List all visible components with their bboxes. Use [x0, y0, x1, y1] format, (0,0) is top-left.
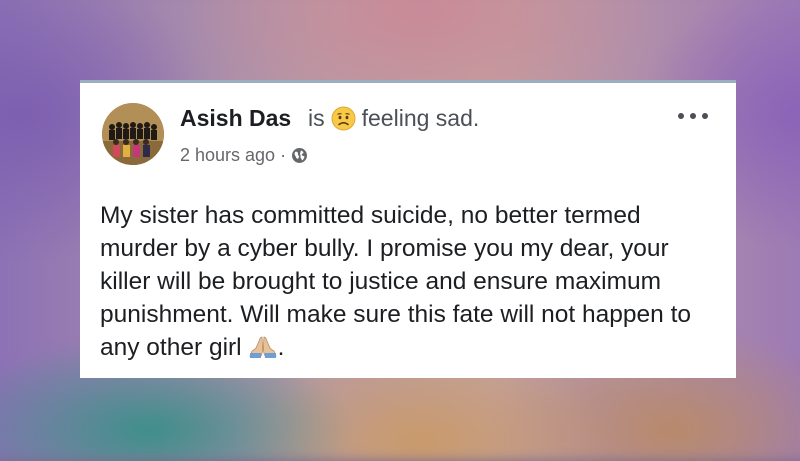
folded-hands-emoji-icon	[248, 334, 278, 358]
feeling-text[interactable]: feeling sad.	[362, 105, 480, 132]
post-meta: 2 hours ago ·	[180, 145, 308, 166]
globe-icon[interactable]	[291, 147, 308, 164]
avatar[interactable]	[102, 103, 164, 165]
facebook-post-card: Asish Das is feeling sad. 2 hours ago ·	[80, 80, 736, 378]
more-dot	[690, 113, 696, 119]
feeling-activity: is feeling sad.	[308, 105, 479, 132]
sad-face-emoji-icon	[331, 106, 356, 131]
verb-text: is	[308, 105, 325, 131]
post-body-text: My sister has committed suicide, no bett…	[100, 202, 692, 361]
timestamp[interactable]: 2 hours ago	[180, 145, 275, 166]
meta-separator: ·	[280, 145, 287, 165]
more-options-icon[interactable]	[678, 111, 708, 121]
post-body: My sister has committed suicide, no bett…	[100, 199, 720, 364]
author-name[interactable]: Asish Das	[180, 105, 291, 132]
more-dot	[678, 113, 684, 119]
more-dot	[702, 113, 708, 119]
group-photo-avatar-image	[102, 103, 164, 165]
post-body-end-punct: .	[277, 334, 285, 361]
